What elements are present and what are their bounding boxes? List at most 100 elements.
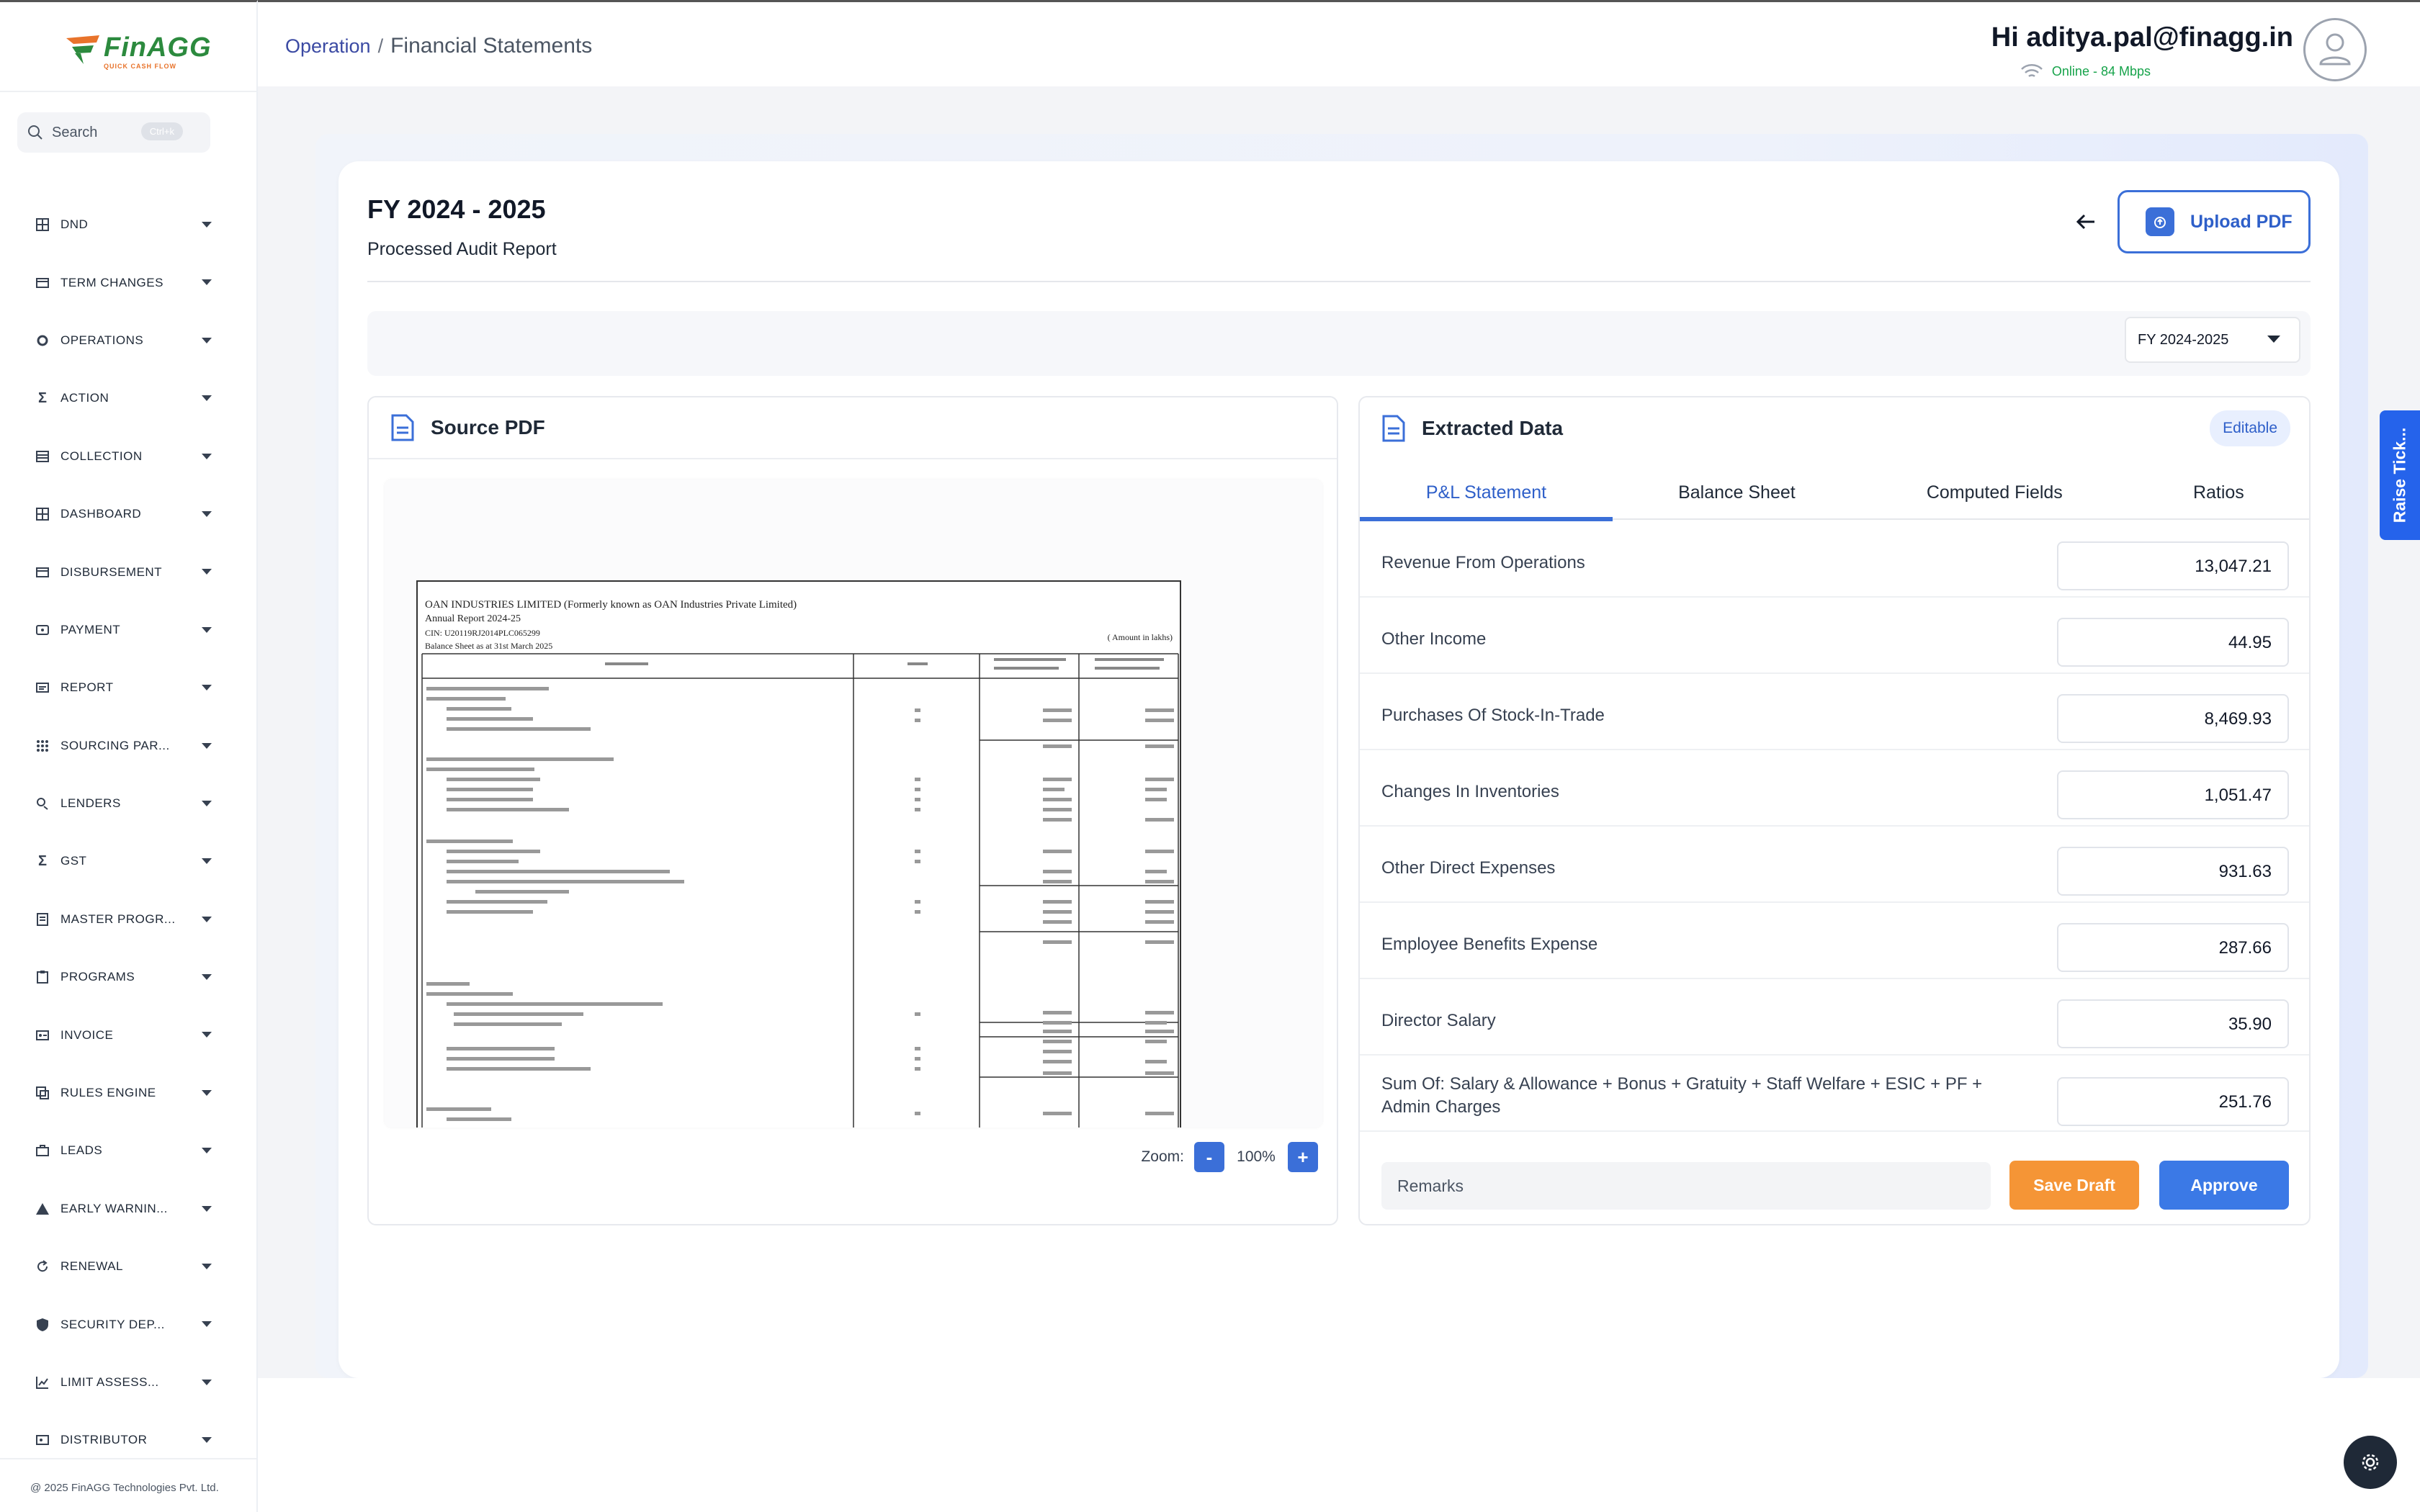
field-value-input[interactable]: 287.66: [2057, 923, 2289, 972]
zoom-out-button[interactable]: -: [1194, 1142, 1224, 1172]
sidebar-item-programs[interactable]: PROGRAMS: [0, 948, 256, 1006]
field-value-input[interactable]: 13,047.21: [2057, 541, 2289, 590]
sidebar-item-action[interactable]: Σ ACTION: [0, 369, 256, 427]
pdf-viewer[interactable]: OAN INDUSTRIES LIMITED (Formerly known a…: [385, 480, 1322, 1128]
sidebar-item-rules-engine[interactable]: RULES ENGINE: [0, 1064, 256, 1122]
sidebar-item-invoice[interactable]: INVOICE: [0, 1006, 256, 1063]
stack-icon: [35, 449, 50, 464]
field-label: Sum Of: Salary & Allowance + Bonus + Gra…: [1381, 1074, 1983, 1117]
sidebar-item-label: LEADS: [60, 1143, 103, 1158]
tab-balance-sheet[interactable]: Balance Sheet: [1613, 465, 1861, 520]
finagg-logo[interactable]: FinAGG QUICK CASH FLOW: [62, 31, 211, 71]
sidebar-item-term-changes[interactable]: TERM CHANGES: [0, 253, 256, 311]
settings-fab[interactable]: [2344, 1436, 2397, 1489]
user-avatar[interactable]: [2303, 18, 2367, 81]
field-value-input[interactable]: 44.95: [2057, 618, 2289, 667]
logo-wordmark: FinAGG: [104, 32, 212, 63]
card-icon: [35, 564, 50, 580]
zoom-controls: Zoom: - 100% +: [1141, 1142, 1318, 1172]
sidebar-item-label: DISBURSEMENT: [60, 564, 163, 579]
report-subtitle: Processed Audit Report: [367, 239, 557, 259]
upload-icon: [2146, 207, 2174, 236]
editable-badge[interactable]: Editable: [2210, 410, 2290, 446]
chevron-down-icon: [202, 1321, 212, 1328]
sidebar-item-sourcing-partners[interactable]: SOURCING PAR...: [0, 717, 256, 775]
sidebar-item-label: EARLY WARNIN...: [60, 1201, 168, 1215]
search-input[interactable]: Search Ctrl+k: [17, 112, 210, 153]
field-row: Director Salary 35.90: [1360, 979, 2309, 1056]
shield-icon: [35, 1317, 50, 1333]
sidebar: FinAGG QUICK CASH FLOW Search Ctrl+k DND…: [0, 0, 258, 1512]
chevron-down-icon: [202, 1089, 212, 1096]
sidebar-item-limit-assessment[interactable]: LIMIT ASSESS...: [0, 1354, 256, 1411]
chevron-down-icon: [202, 337, 212, 343]
tab-ratios[interactable]: Ratios: [2128, 465, 2309, 520]
tab-pl-statement[interactable]: P&L Statement: [1360, 465, 1613, 521]
sidebar-item-dashboard[interactable]: DASHBOARD: [0, 485, 256, 543]
field-value-input[interactable]: 35.90: [2057, 999, 2289, 1048]
rules-icon: [35, 1085, 50, 1101]
sidebar-item-label: OPERATIONS: [60, 333, 144, 347]
fiscal-year-select[interactable]: FY 2024-2025: [2125, 317, 2300, 363]
sidebar-item-distributor[interactable]: DISTRIBUTOR: [0, 1411, 256, 1469]
field-value-input[interactable]: 251.76: [2057, 1077, 2289, 1126]
page-bottom-area: [258, 1378, 2420, 1512]
breadcrumb-operation-link[interactable]: Operation: [285, 35, 371, 57]
chevron-down-icon: [202, 1437, 212, 1444]
field-label: Employee Benefits Expense: [1381, 935, 1598, 954]
save-draft-button[interactable]: Save Draft: [2009, 1161, 2139, 1210]
breadcrumb: Operation / Financial Statements: [285, 34, 592, 58]
sidebar-item-master-programs[interactable]: MASTER PROGR...: [0, 891, 256, 948]
sidebar-item-collection[interactable]: COLLECTION: [0, 428, 256, 485]
zoom-in-button[interactable]: +: [1288, 1142, 1318, 1172]
user-icon: [2319, 33, 2351, 66]
sidebar-footer-divider: [0, 1458, 256, 1459]
extracted-data-header: Extracted Data Editable: [1360, 397, 2309, 459]
logo-mark-icon: [66, 35, 99, 64]
clipboard-icon: [35, 969, 50, 985]
sidebar-item-operations[interactable]: OPERATIONS: [0, 312, 256, 369]
sidebar-item-disbursement[interactable]: DISBURSEMENT: [0, 543, 256, 600]
logo-tagline: QUICK CASH FLOW: [104, 63, 176, 70]
zoom-label: Zoom:: [1141, 1148, 1184, 1165]
extracted-data-panel: Extracted Data Editable P&L Statement Ba…: [1358, 396, 2311, 1225]
pl-fields-list: Revenue From Operations 13,047.21 Other I…: [1360, 521, 2309, 1132]
field-value-input[interactable]: 8,469.93: [2057, 694, 2289, 743]
field-value-input[interactable]: 931.63: [2057, 847, 2289, 896]
sidebar-item-label: SECURITY DEP...: [60, 1317, 165, 1331]
search-placeholder: Search: [52, 124, 98, 140]
sidebar-item-gst[interactable]: Σ GST: [0, 832, 256, 890]
chevron-down-icon: [202, 626, 212, 633]
sidebar-item-leads[interactable]: LEADS: [0, 1122, 256, 1179]
caret-down-icon: [2267, 336, 2280, 343]
approve-button[interactable]: Approve: [2159, 1161, 2289, 1210]
chevron-down-icon: [202, 1264, 212, 1270]
sidebar-item-report[interactable]: REPORT: [0, 659, 256, 716]
payment-icon: [35, 622, 50, 638]
sidebar-item-security-deposit[interactable]: SECURITY DEP...: [0, 1295, 256, 1353]
chevron-down-icon: [202, 858, 212, 865]
sidebar-item-lenders[interactable]: LENDERS: [0, 775, 256, 832]
fiscal-year-select-value: FY 2024-2025: [2138, 331, 2229, 348]
sidebar-item-early-warning[interactable]: EARLY WARNIN...: [0, 1180, 256, 1238]
field-value-input[interactable]: 1,051.47: [2057, 770, 2289, 819]
back-arrow-icon[interactable]: [2074, 210, 2097, 238]
sidebar-item-payment[interactable]: PAYMENT: [0, 601, 256, 659]
remarks-input[interactable]: Remarks: [1381, 1162, 1991, 1210]
tab-computed-fields[interactable]: Computed Fields: [1861, 465, 2128, 520]
dots-grid-icon: [35, 738, 50, 754]
upload-pdf-button[interactable]: Upload PDF: [2118, 190, 2311, 253]
pdf-page: OAN INDUSTRIES LIMITED (Formerly known a…: [416, 580, 1181, 1128]
card-divider: [367, 281, 2311, 282]
card-icon: [35, 275, 50, 291]
chevron-down-icon: [202, 1032, 212, 1038]
breadcrumb-separator: /: [377, 35, 384, 57]
sidebar-item-dnd[interactable]: DND: [0, 196, 256, 253]
search-icon: [28, 125, 42, 140]
raise-ticket-tab[interactable]: Raise Tick...: [2380, 410, 2420, 540]
sidebar-item-renewal[interactable]: RENEWAL: [0, 1238, 256, 1295]
source-pdf-header: Source PDF: [369, 397, 1337, 459]
user-greeting: Hi aditya.pal@finagg.in: [1991, 22, 2293, 53]
upload-pdf-label: Upload PDF: [2190, 211, 2293, 232]
sidebar-item-label: MASTER PROGR...: [60, 912, 176, 926]
